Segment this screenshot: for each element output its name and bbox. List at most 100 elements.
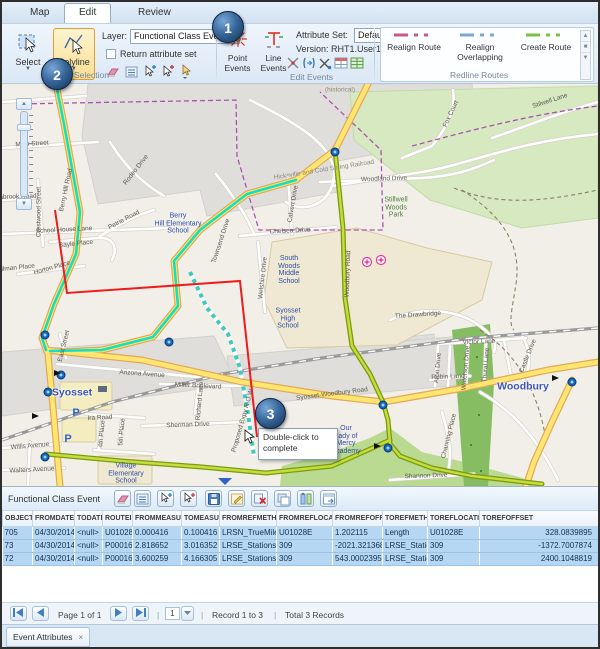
return-attribute-set-checkbox[interactable] (106, 49, 116, 59)
column-header[interactable]: FROMMEASURE (133, 511, 182, 526)
table-title: Functional Class Event (8, 494, 100, 504)
retire-event-icon[interactable] (318, 56, 334, 72)
attribute-grid-icon[interactable] (350, 56, 366, 72)
selection-group-label: Selection (74, 70, 109, 80)
attribute-table: OBJECTIDFROMDATETODATEROUTEIDFROMMEASURE… (2, 511, 599, 566)
redline-scrollbar[interactable]: ▲ ■ ▼ (580, 30, 591, 80)
zoom-slider-handle[interactable] (17, 124, 31, 131)
station-building (98, 386, 107, 392)
event-attributes-tab-label: Event Attributes (13, 632, 73, 642)
merge-events-icon[interactable] (302, 56, 318, 72)
zoom-in-icon[interactable]: ▲ (16, 98, 32, 110)
remove-from-selection-icon[interactable] (160, 64, 176, 80)
scroll-up-icon[interactable]: ▲ (581, 31, 590, 42)
group-separator (374, 28, 375, 80)
save-icon[interactable] (205, 490, 222, 507)
panel-tab-strip: Event Attributes × (2, 624, 598, 648)
map-graphics (2, 84, 598, 486)
table-row[interactable]: 70504/30/2014<null>U01028E0.0004160.1004… (3, 526, 599, 539)
attribute-set-label: Attribute Set: (296, 30, 348, 40)
open-form-icon[interactable] (320, 490, 337, 507)
separator: | (274, 610, 276, 620)
tab-review[interactable]: Review (124, 4, 185, 24)
column-header[interactable]: TOREFMETHOD (383, 511, 428, 526)
zoom-out-icon[interactable]: ▼ (16, 198, 32, 210)
event-attributes-tab[interactable]: Event Attributes × (6, 627, 90, 647)
page-dropdown-icon[interactable] (181, 606, 194, 621)
column-header[interactable]: ROUTEID (103, 511, 133, 526)
add-to-selection-icon[interactable] (142, 64, 158, 80)
column-header[interactable]: FROMDATE (33, 511, 75, 526)
close-tab-icon[interactable]: × (79, 633, 84, 642)
event-attributes-panel: Functional Class Event OBJECTIDFROMDATET… (2, 486, 598, 647)
realign-overlapping-icon (458, 32, 502, 42)
select-tool-icon (16, 47, 40, 57)
table-row[interactable]: 7204/30/2014<null>P00016N3.6002594.16630… (3, 552, 599, 565)
table-row[interactable]: 7304/30/2014<null>P00016N2.8186523.01635… (3, 539, 599, 552)
sort-columns-icon[interactable] (297, 490, 314, 507)
event-table-icon[interactable] (334, 56, 350, 72)
edit-events-group-label: Edit Events (290, 72, 333, 82)
column-header[interactable]: FROMREFMETHOD (220, 511, 277, 526)
eraser-icon[interactable] (114, 490, 131, 507)
ribbon: Map Edit Review Select ▼ Polyline ▼ La (2, 2, 598, 84)
page-status-text: Page 1 of 1 (58, 610, 101, 620)
last-page-icon[interactable] (132, 606, 149, 621)
pan-to-selection-icon[interactable] (180, 490, 197, 507)
column-header[interactable]: FROMREFLOCATION (277, 511, 333, 526)
scroll-down-icon[interactable]: ▼ (581, 53, 590, 64)
tab-map[interactable]: Map (16, 4, 63, 24)
column-header[interactable]: TOREFOFFSET (480, 511, 599, 526)
previous-page-icon[interactable] (32, 606, 49, 621)
tab-edit[interactable]: Edit (64, 3, 111, 23)
split-event-icon[interactable] (286, 56, 302, 72)
line-events-icon (263, 43, 285, 53)
scroll-thumb[interactable]: ■ (581, 42, 590, 53)
table-toolbar: Functional Class Event (2, 487, 598, 511)
realign-route-label: Realign Route (383, 43, 445, 53)
separator: | (201, 610, 203, 620)
callout-badge-3: 3 (255, 398, 286, 429)
ribbon-tab-strip: Map Edit Review (2, 2, 598, 24)
selection-options-icon[interactable] (178, 64, 194, 80)
copy-icon[interactable] (274, 490, 291, 507)
create-route-button[interactable]: Create Route (515, 31, 577, 73)
version-label: Version: RHT1.User1 (296, 44, 381, 54)
column-header[interactable]: FROMREFOFFSET (333, 511, 383, 526)
zoom-to-selection-icon[interactable] (157, 490, 174, 507)
total-records-text: Total 3 Records (285, 610, 344, 620)
realign-route-button[interactable]: Realign Route (383, 31, 445, 73)
first-page-icon[interactable] (10, 606, 27, 621)
return-attribute-set-label: Return attribute set (120, 49, 197, 59)
redline-routes-group-label: Redline Routes (450, 70, 508, 80)
tooltip-line: complete (263, 443, 333, 454)
zoom-slider-track[interactable] (20, 111, 28, 197)
edit-icon[interactable] (228, 490, 245, 507)
column-header[interactable]: TODATE (75, 511, 103, 526)
map-zoom-slider[interactable]: ▲ ▼ (16, 98, 33, 210)
line-events-button[interactable]: Line Events (256, 28, 291, 82)
list-selection-icon[interactable] (124, 64, 140, 80)
page-number-input[interactable]: 1 (165, 607, 180, 620)
column-header[interactable]: TOREFLOCATION (428, 511, 480, 526)
map-canvas[interactable]: (historical)Hicksville and Cold Spring R… (2, 84, 598, 486)
realign-overlapping-label: Realign Overlapping (449, 43, 511, 63)
column-header[interactable]: OBJECTID (3, 511, 33, 526)
realign-overlapping-button[interactable]: Realign Overlapping (449, 31, 511, 73)
create-route-icon (524, 32, 568, 42)
point-events-icon (227, 43, 249, 53)
sketch-tooltip: Double-click to complete (258, 428, 338, 460)
table-header-row: OBJECTIDFROMDATETODATEROUTEIDFROMMEASURE… (3, 511, 599, 526)
point-events-label: Point Events (220, 54, 255, 74)
show-selected-icon[interactable] (134, 490, 151, 507)
endpoint-marker (44, 388, 52, 396)
layer-label: Layer: (102, 31, 127, 41)
callout-badge-2: 2 (41, 58, 73, 90)
endpoint-marker (41, 453, 49, 461)
table-pager: Page 1 of 1 | 1 | Record 1 to 3 | Total … (2, 602, 598, 624)
delete-icon[interactable] (251, 490, 268, 507)
record-range-text: Record 1 to 3 (212, 610, 263, 620)
next-page-icon[interactable] (110, 606, 127, 621)
column-header[interactable]: TOMEASURE (182, 511, 220, 526)
endpoint-marker (379, 401, 387, 409)
